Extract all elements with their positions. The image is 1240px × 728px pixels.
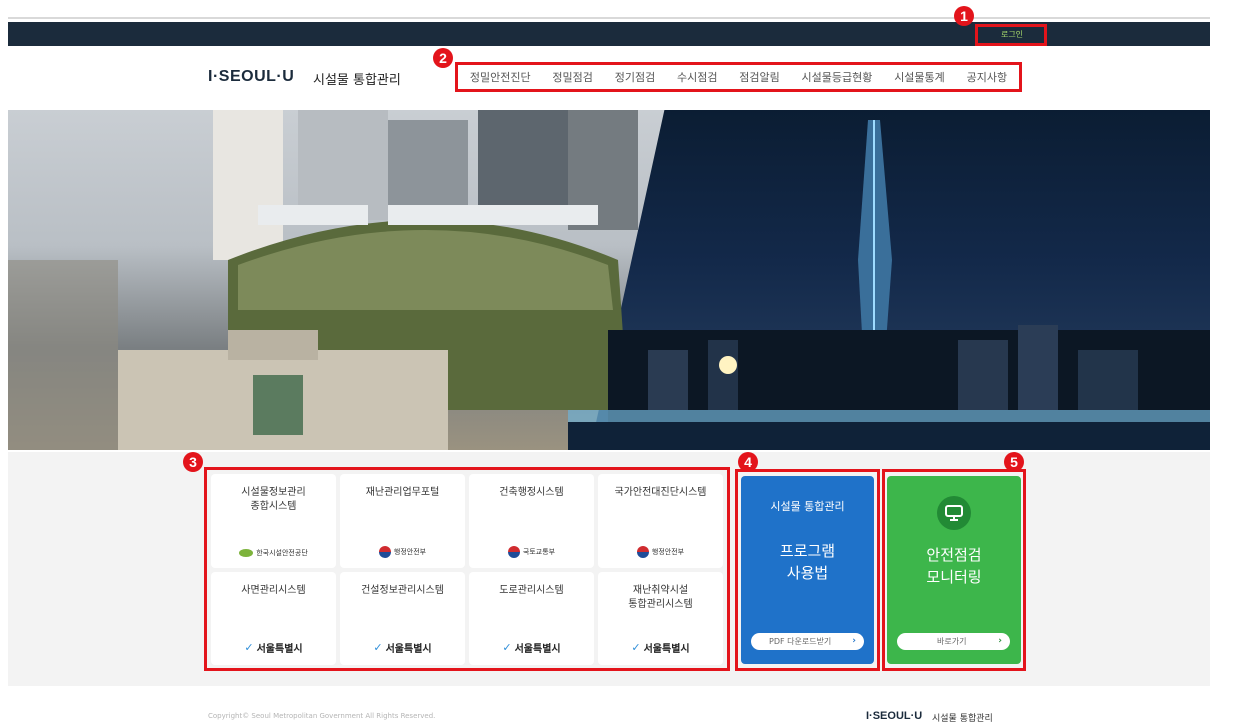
system-card[interactable]: 재난취약시설 통합관리시스템 ✓ 서울특별시 [598,571,723,665]
org-logo: ✓ 서울특별시 [502,640,560,655]
system-card[interactable]: 건설정보관리시스템 ✓ 서울특별시 [340,571,465,665]
org-name: 국토교통부 [522,547,556,556]
safety-monitoring-panel[interactable]: 안전점검 모니터링 바로가기 › [887,476,1021,664]
go-button-label: 바로가기 [937,637,967,646]
nav-item-precision-inspection[interactable]: 정밀점검 [552,69,592,85]
program-guide-panel[interactable]: 시설물 통합관리 프로그램 사용법 PDF 다운로드받기 › [741,476,874,664]
org-name: 행정안전부 [393,547,427,556]
system-card-title: 사면관리시스템 [241,584,306,596]
pdf-download-label: PDF 다운로드받기 [769,637,832,646]
nav-item-precision-diagnosis[interactable]: 정밀안전진단 [470,69,531,85]
login-link[interactable]: 로그인 [978,26,1046,43]
org-name: 서울특별시 [514,644,561,655]
system-card-title: 건설정보관리시스템 [361,584,444,596]
hero-illustration [8,110,1210,450]
site-logo[interactable]: I·SEOUL·U [208,68,294,86]
annotation-badge: 3 [183,452,203,472]
org-logo: ✓ 서울특별시 [631,640,689,655]
top-divider [8,17,1210,19]
system-card[interactable]: 국가안전대진단시스템 행정안전부 [598,474,723,568]
nav-item-regular-inspection[interactable]: 정기점검 [615,69,655,85]
kalis-logo-icon [239,548,254,557]
nav-item-facility-grade[interactable]: 시설물등급현황 [802,69,873,85]
system-card[interactable]: 도로관리시스템 ✓ 서울특별시 [469,571,594,665]
go-button[interactable]: 바로가기 › [897,633,1010,650]
taeguk-icon [507,545,520,558]
org-logo: ✓ 서울특별시 [373,640,431,655]
seoul-logo-icon: ✓ [373,641,383,654]
footer-logo-subtitle: 시설물 통합관리 [932,714,993,724]
org-logo: 한국시설안전공단 [239,548,308,558]
monitor-icon [937,496,971,530]
system-card-title: 도로관리시스템 [499,584,564,596]
system-card-title: 국가안전대진단시스템 [614,487,707,498]
seoul-logo-icon: ✓ [244,641,254,654]
org-name: 서울특별시 [256,644,303,655]
system-card-title: 건축행정시스템 [499,487,564,498]
org-name: 한국시설안전공단 [256,548,308,557]
seoul-logo-icon: ✓ [502,641,512,654]
nav-item-inspection-alert[interactable]: 점검알림 [739,69,779,85]
hero-banner-image [8,110,1210,450]
taeguk-icon [378,545,391,558]
org-logo: 행정안전부 [378,545,427,558]
org-logo: 국토교통부 [507,545,556,558]
nav-item-notice[interactable]: 공지사항 [967,69,1007,85]
program-guide-title: 프로그램 사용법 [779,542,836,582]
nav-item-facility-stats[interactable]: 시설물통계 [894,69,945,85]
copyright-text: Copyright© Seoul Metropolitan Government… [208,712,436,720]
system-card-title: 재난취약시설 통합관리시스템 [628,584,693,610]
org-logo: ✓ 서울특별시 [244,640,302,655]
pdf-download-button[interactable]: PDF 다운로드받기 › [751,633,864,650]
nav-item-occasional-inspection[interactable]: 수시점검 [677,69,717,85]
main-nav: 정밀안전진단 정밀점검 정기점검 수시점검 점검알림 시설물등급현황 시설물통계… [455,62,1022,92]
system-card-title: 시설물정보관리 종합시스템 [241,487,306,512]
system-card[interactable]: 시설물정보관리 종합시스템 한국시설안전공단 [211,474,336,568]
annotation-badge: 1 [954,6,974,26]
org-name: 행정안전부 [651,547,685,556]
chevron-right-icon: › [998,636,1002,646]
related-systems-grid: 시설물정보관리 종합시스템 한국시설안전공단 재난관리업무포털 행정안전부 건축… [207,470,727,669]
site-logo-subtitle[interactable]: 시설물 통합관리 [313,69,401,88]
annotation-badge: 4 [738,452,758,472]
system-card[interactable]: 재난관리업무포털 행정안전부 [340,474,465,568]
org-name: 서울특별시 [643,644,690,655]
annotation-badge: 5 [1004,452,1024,472]
footer [8,688,1210,728]
footer-logo: I·SEOUL·U [866,710,923,722]
system-card[interactable]: 사면관리시스템 ✓ 서울특별시 [211,571,336,665]
safety-monitoring-title: 안전점검 모니터링 [926,546,982,586]
org-logo: 행정안전부 [636,545,685,558]
system-card-title: 재난관리업무포털 [365,487,440,498]
taeguk-icon [636,545,649,558]
program-guide-subtitle: 시설물 통합관리 [770,500,845,513]
annotation-badge: 2 [433,48,453,68]
org-name: 서울특별시 [385,644,432,655]
seoul-logo-icon: ✓ [631,641,641,654]
system-card[interactable]: 건축행정시스템 국토교통부 [469,474,594,568]
chevron-right-icon: › [852,636,856,646]
